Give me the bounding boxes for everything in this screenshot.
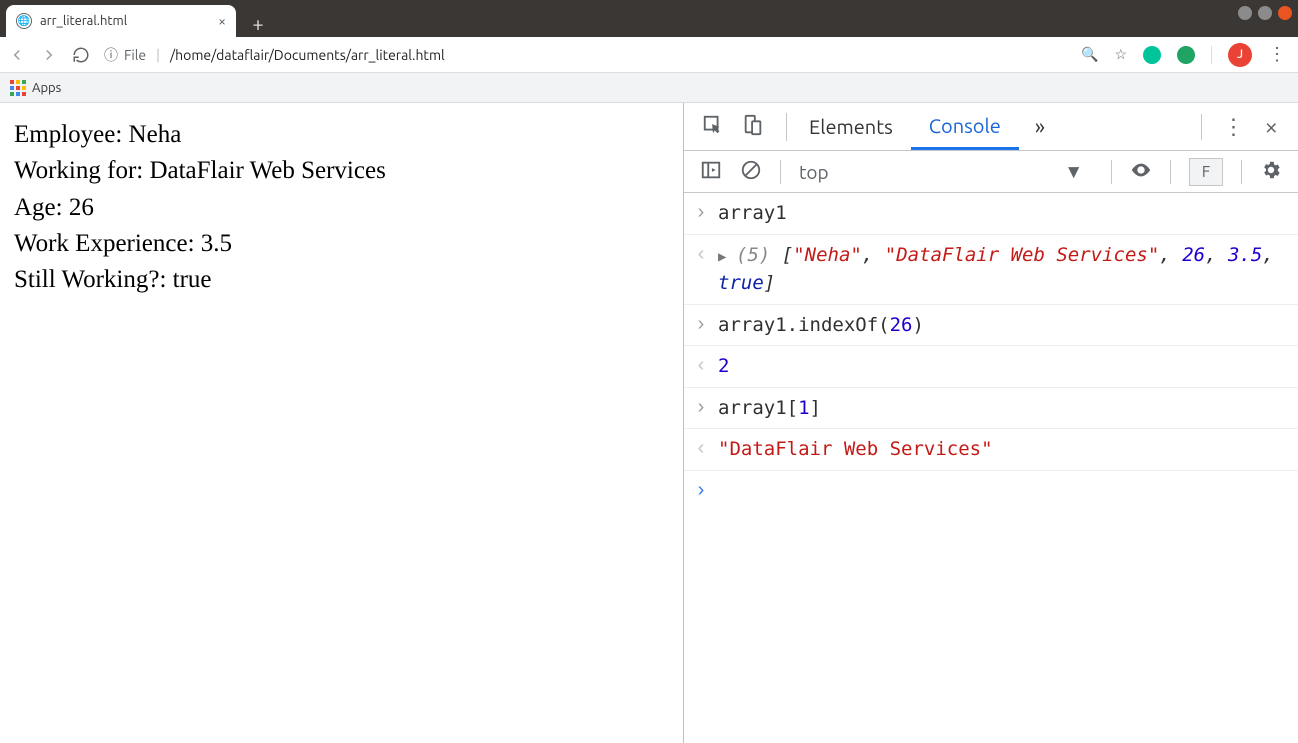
context-label: top <box>799 161 829 183</box>
sidebar-toggle-icon[interactable] <box>700 159 722 185</box>
browser-tab[interactable]: 🌐 arr_literal.html × <box>6 5 236 37</box>
page-content: Employee: Neha Working for: DataFlair We… <box>0 103 683 743</box>
reload-icon[interactable] <box>72 46 90 64</box>
page-line: Employee: Neha <box>14 117 669 153</box>
console-message[interactable]: array1[1] <box>718 394 1288 423</box>
apps-icon[interactable] <box>10 80 26 96</box>
output-chevron-icon <box>694 435 708 463</box>
input-chevron-icon <box>694 311 708 339</box>
context-selector[interactable]: top ▼ <box>799 160 1093 184</box>
console-message[interactable]: 2 <box>718 352 1288 381</box>
console-row: array1[1] <box>684 388 1298 430</box>
filter-box[interactable]: F <box>1189 158 1223 186</box>
console-message[interactable]: ▶(5) ["Neha", "DataFlair Web Services", … <box>718 241 1288 298</box>
profile-avatar[interactable]: J <box>1228 43 1252 67</box>
page-line: Age: 26 <box>14 190 669 226</box>
divider <box>1211 46 1212 64</box>
console-message[interactable]: array1.indexOf(26) <box>718 311 1288 340</box>
url-separator: | <box>156 47 160 63</box>
page-line: Still Working?: true <box>14 262 669 298</box>
url-field[interactable]: ⓘ File | /home/dataflair/Documents/arr_l… <box>104 45 1067 65</box>
menu-icon[interactable]: ⋮ <box>1268 44 1286 65</box>
device-toggle-icon[interactable] <box>742 114 764 140</box>
clear-console-icon[interactable] <box>740 159 762 185</box>
divider <box>1111 160 1112 184</box>
divider <box>1170 160 1171 184</box>
apps-label[interactable]: Apps <box>32 81 61 95</box>
devtools-panel: Elements Console » ⋮ × top ▼ <box>683 103 1298 743</box>
maximize-icon[interactable] <box>1258 6 1272 20</box>
page-line: Work Experience: 3.5 <box>14 226 669 262</box>
extension-icon-2[interactable] <box>1177 46 1195 64</box>
divider <box>1201 114 1202 140</box>
eye-icon[interactable] <box>1130 159 1152 185</box>
divider <box>786 113 787 141</box>
bookmarks-bar: Apps <box>0 73 1298 103</box>
main-area: Employee: Neha Working for: DataFlair We… <box>0 103 1298 743</box>
browser-titlebar: 🌐 arr_literal.html × + <box>0 0 1298 37</box>
toolbar-right: 🔍 ☆ J ⋮ <box>1081 43 1290 67</box>
window-controls <box>1238 6 1292 20</box>
input-chevron-icon <box>694 394 708 422</box>
close-window-icon[interactable] <box>1278 6 1292 20</box>
console-row: 2 <box>684 346 1298 388</box>
console-output[interactable]: array1 ▶(5) ["Neha", "DataFlair Web Servi… <box>684 193 1298 743</box>
inspect-icon[interactable] <box>702 114 724 140</box>
tab-console[interactable]: Console <box>911 103 1019 150</box>
console-prompt[interactable] <box>684 471 1298 511</box>
console-row: "DataFlair Web Services" <box>684 429 1298 471</box>
console-row: array1.indexOf(26) <box>684 305 1298 347</box>
tab-title: arr_literal.html <box>40 14 127 28</box>
divider <box>780 160 781 184</box>
extension-icon-1[interactable] <box>1143 46 1161 64</box>
settings-gear-icon[interactable] <box>1260 159 1282 185</box>
url-path: /home/dataflair/Documents/arr_literal.ht… <box>170 47 445 63</box>
minimize-icon[interactable] <box>1238 6 1252 20</box>
console-toolbar: top ▼ F <box>684 151 1298 193</box>
new-tab-button[interactable]: + <box>244 9 272 37</box>
close-devtools-icon[interactable]: × <box>1264 113 1278 140</box>
tab-elements[interactable]: Elements <box>791 103 911 150</box>
console-row: array1 <box>684 193 1298 235</box>
star-icon[interactable]: ☆ <box>1114 46 1127 63</box>
close-tab-icon[interactable]: × <box>218 13 226 29</box>
kebab-icon[interactable]: ⋮ <box>1222 114 1244 140</box>
divider <box>1241 160 1242 184</box>
expand-icon[interactable]: ▶ <box>718 247 732 268</box>
chevron-down-icon: ▼ <box>1064 160 1083 184</box>
output-chevron-icon <box>694 241 708 269</box>
console-message[interactable]: array1 <box>718 199 1288 228</box>
devtools-tabs: Elements Console » ⋮ × <box>684 103 1298 151</box>
address-bar: ⓘ File | /home/dataflair/Documents/arr_l… <box>0 37 1298 73</box>
forward-icon[interactable] <box>40 46 58 64</box>
tabs-overflow-icon[interactable]: » <box>1019 114 1061 139</box>
globe-icon: 🌐 <box>16 13 32 29</box>
url-scheme-label: File <box>124 47 146 63</box>
prompt-chevron-icon <box>694 477 708 505</box>
console-message[interactable]: "DataFlair Web Services" <box>718 435 1288 464</box>
output-chevron-icon <box>694 352 708 380</box>
input-chevron-icon <box>694 199 708 227</box>
info-icon: ⓘ <box>104 45 118 65</box>
console-row: ▶(5) ["Neha", "DataFlair Web Services", … <box>684 235 1298 305</box>
back-icon[interactable] <box>8 46 26 64</box>
zoom-icon[interactable]: 🔍 <box>1081 46 1098 63</box>
page-line: Working for: DataFlair Web Services <box>14 153 669 189</box>
